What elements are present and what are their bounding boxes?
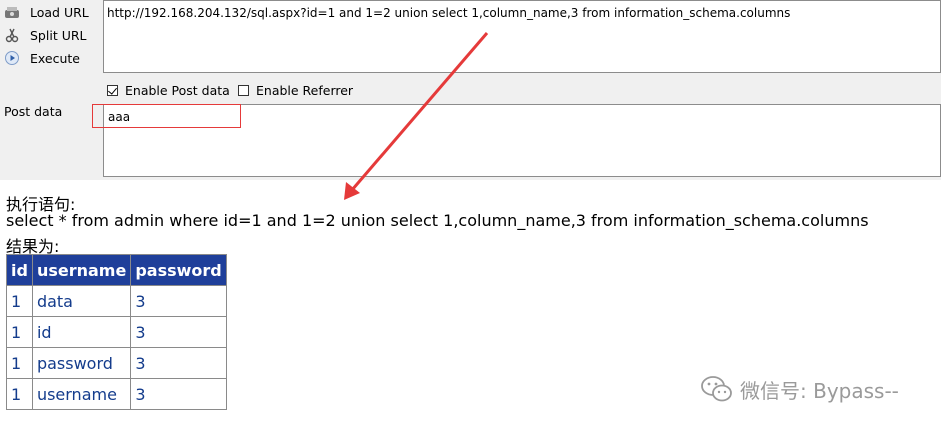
table-row: 1 password 3	[6, 347, 227, 379]
table-cell: 1	[6, 316, 33, 348]
load-url-button[interactable]: Load URL	[4, 2, 89, 22]
watermark-text: 微信号: Bypass--	[740, 378, 899, 403]
column-header: password	[130, 254, 227, 286]
post-data-label: Post data	[4, 104, 63, 119]
enable-referrer-check-icon[interactable]	[238, 84, 249, 96]
table-cell: 3	[130, 378, 227, 410]
enable-post-checkbox[interactable]: Enable Post data	[107, 81, 230, 99]
column-header: id	[6, 254, 33, 286]
load-url-label: Load URL	[30, 4, 89, 20]
table-cell: 3	[130, 285, 227, 317]
execute-button[interactable]: Execute	[4, 48, 80, 68]
table-row: 1 username 3	[6, 378, 227, 410]
result-table: id username password 1 data 3 1 id 3 1 p…	[6, 254, 227, 410]
enable-post-check-icon[interactable]	[107, 84, 118, 96]
table-cell: data	[31, 285, 132, 317]
wechat-icon	[701, 376, 732, 402]
table-cell: password	[31, 347, 132, 379]
scissors-icon	[4, 27, 20, 43]
table-cell: 3	[130, 347, 227, 379]
table-header-row: id username password	[6, 254, 227, 286]
table-row: 1 data 3	[6, 285, 227, 317]
column-header: username	[31, 254, 132, 286]
table-cell: id	[31, 316, 132, 348]
hackbar-toolbar: Load URL Split URL Execute http://192.16…	[0, 0, 941, 180]
split-url-button[interactable]: Split URL	[4, 25, 87, 45]
watermark: 微信号: Bypass--	[700, 374, 899, 404]
url-input[interactable]: http://192.168.204.132/sql.aspx?id=1 and…	[103, 0, 941, 73]
load-url-icon	[4, 4, 20, 20]
table-cell: 1	[6, 285, 33, 317]
post-highlight-box	[92, 104, 241, 128]
play-icon	[4, 50, 20, 66]
enable-post-label: Enable Post data	[125, 82, 230, 98]
table-cell: 3	[130, 316, 227, 348]
sql-statement: select * from admin where id=1 and 1=2 u…	[6, 211, 869, 230]
enable-referrer-checkbox[interactable]: Enable Referrer	[238, 81, 353, 99]
table-cell: 1	[6, 347, 33, 379]
execute-label: Execute	[30, 50, 80, 66]
table-row: 1 id 3	[6, 316, 227, 348]
table-cell: username	[31, 378, 132, 410]
enable-referrer-label: Enable Referrer	[256, 82, 354, 98]
split-url-label: Split URL	[30, 27, 87, 43]
table-cell: 1	[6, 378, 33, 410]
